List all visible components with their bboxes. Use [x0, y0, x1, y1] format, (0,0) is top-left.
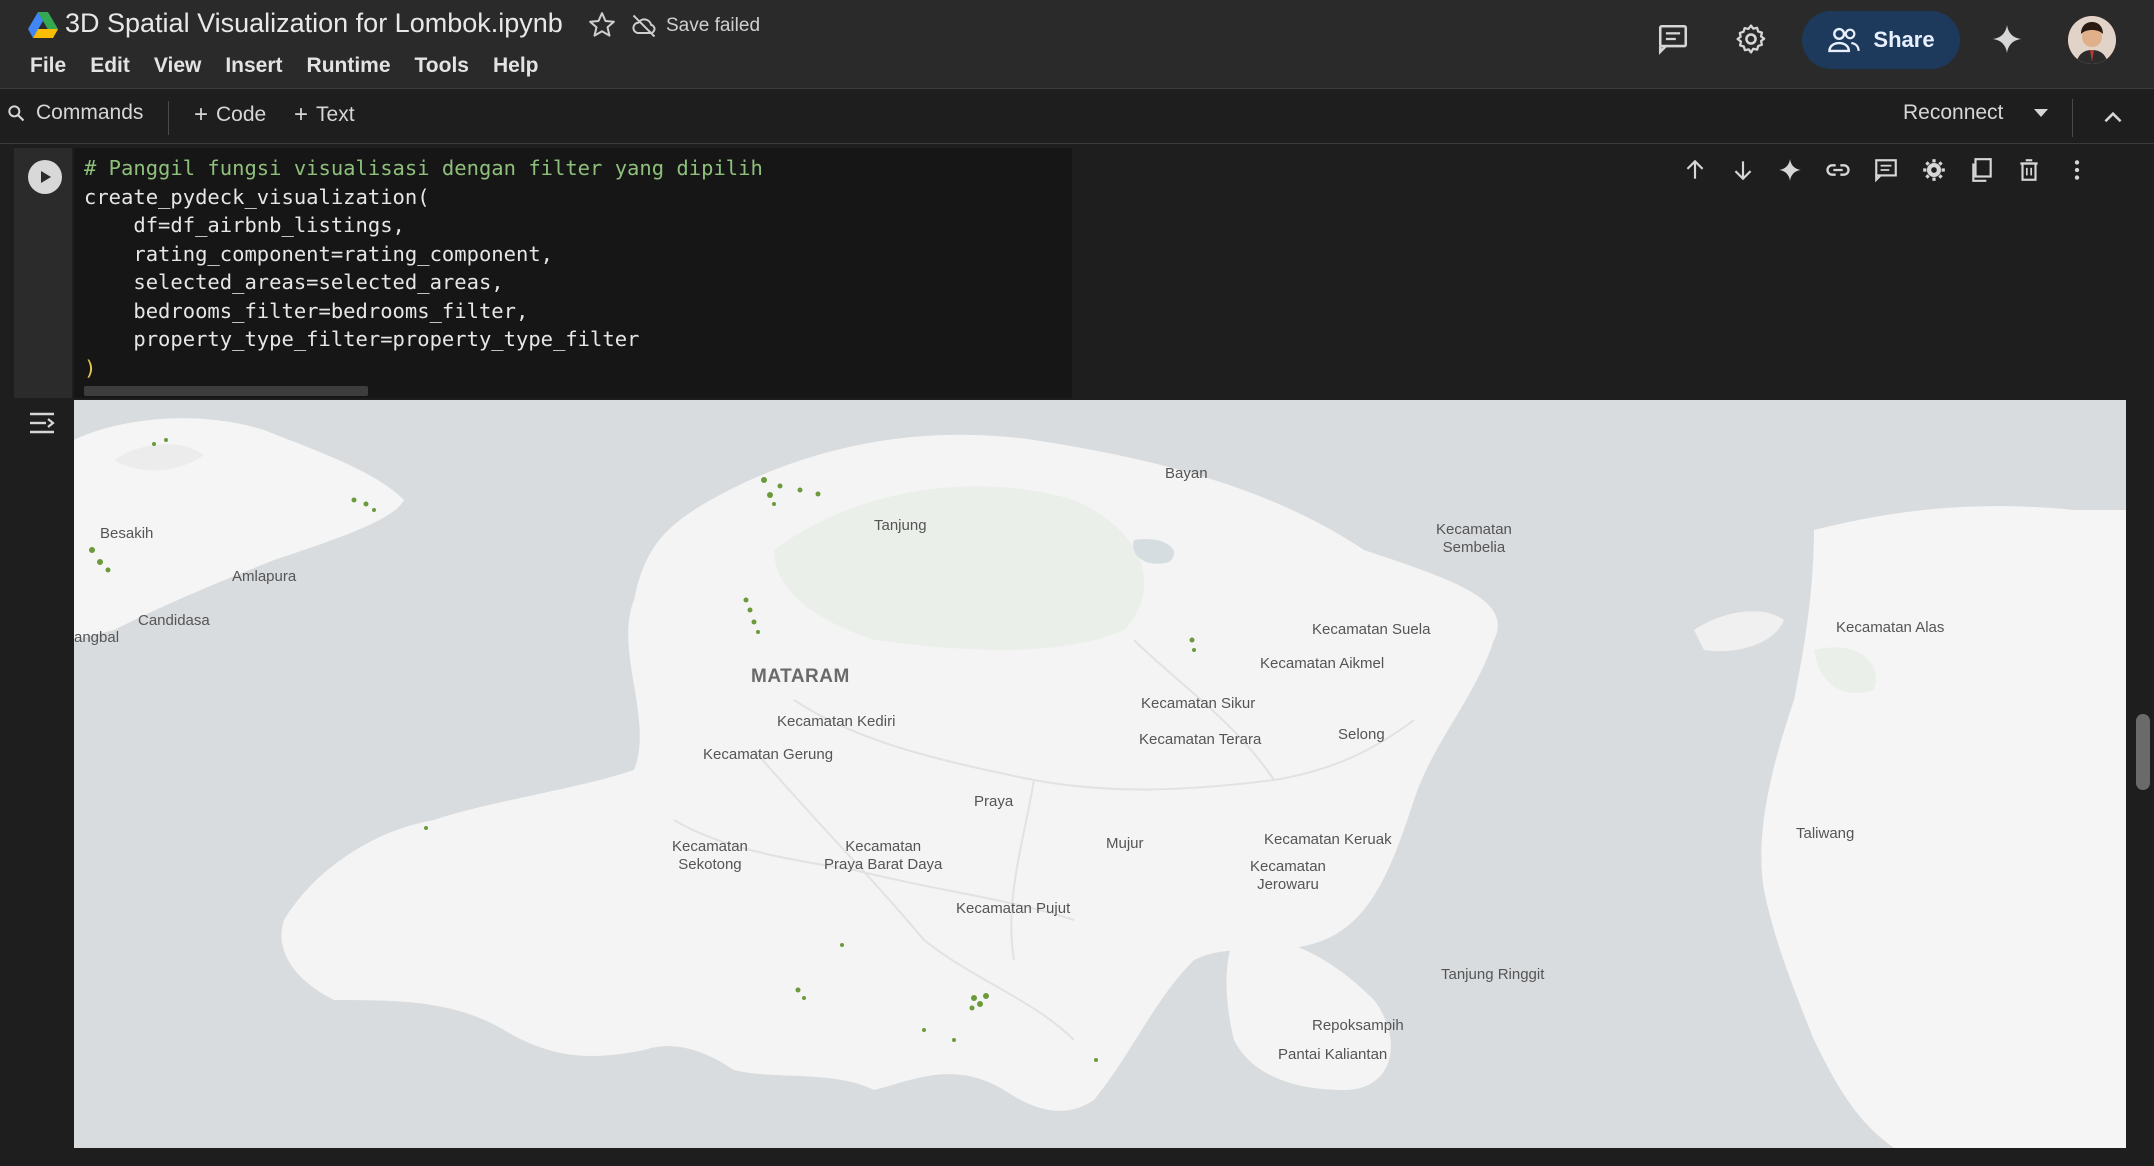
- map-label-city: MATARAM: [751, 666, 850, 687]
- map-label: Kecamatan Keruak: [1264, 831, 1392, 848]
- colab-window: 3D Spatial Visualization for Lombok.ipyn…: [0, 0, 2154, 1166]
- add-code-button[interactable]: + Code: [194, 101, 266, 129]
- search-icon: [8, 105, 25, 122]
- map-label: Besakih: [100, 525, 154, 542]
- map-basemap: [74, 418, 2126, 1148]
- bottom-spacer: [0, 1148, 2154, 1166]
- save-status[interactable]: Save failed: [630, 12, 760, 40]
- menu-tools[interactable]: Tools: [405, 52, 479, 82]
- move-down-icon[interactable]: [1724, 151, 1762, 189]
- share-label: Share: [1873, 27, 1935, 52]
- plus-icon: +: [294, 101, 309, 128]
- star-icon[interactable]: [587, 10, 617, 40]
- code-line: property_type_filter=property_type_filte…: [84, 327, 640, 351]
- move-up-icon[interactable]: [1676, 151, 1714, 189]
- gemini-sparkle-icon[interactable]: [1988, 20, 2026, 58]
- map-label: Bayan: [1165, 465, 1208, 482]
- notebook-title[interactable]: 3D Spatial Visualization for Lombok.ipyn…: [65, 8, 563, 39]
- menu-runtime[interactable]: Runtime: [297, 52, 401, 82]
- menu-help[interactable]: Help: [483, 52, 549, 82]
- map-label: Kecamatan Jerowaru: [1250, 858, 1326, 893]
- code-line: create_pydeck_visualization(: [84, 184, 430, 209]
- pydeck-map[interactable]: Besakih Amlapura Candidasa angbal Tanjun…: [74, 400, 2126, 1148]
- map-label: Kecamatan Gerung: [703, 746, 834, 763]
- code-editor[interactable]: # Panggil fungsi visualisasi dengan filt…: [74, 148, 1072, 398]
- add-text-label: Text: [316, 103, 355, 126]
- link-icon[interactable]: [1819, 151, 1857, 189]
- map-label: Candidasa: [138, 612, 210, 629]
- run-cell-button[interactable]: [28, 160, 62, 194]
- play-icon: [41, 171, 51, 183]
- map-label: Kecamatan Suela: [1312, 621, 1431, 638]
- output-actions-icon[interactable]: [28, 408, 62, 438]
- comment-icon[interactable]: [1867, 151, 1905, 189]
- comments-icon[interactable]: [1654, 20, 1692, 58]
- save-status-label: Save failed: [666, 15, 761, 36]
- map-label: angbal: [74, 629, 120, 646]
- gemini-sparkle-icon[interactable]: [1772, 151, 1810, 189]
- code-line: bedrooms_filter=bedrooms_filter,: [84, 298, 529, 323]
- map-label: Mujur: [1106, 835, 1144, 852]
- settings-gear-icon[interactable]: [1732, 20, 1770, 58]
- cell-settings-icon[interactable]: [1915, 151, 1953, 189]
- map-label: Kecamatan Kediri: [777, 713, 896, 730]
- cell-toolbar: [1676, 150, 2096, 190]
- drive-logo-icon: [28, 12, 58, 38]
- map-label: Kecamatan Terara: [1139, 731, 1262, 748]
- map-label: Pantai Kaliantan: [1278, 1046, 1388, 1063]
- map-label: Kecamatan Pujut: [956, 900, 1071, 917]
- reconnect-button[interactable]: Reconnect: [1903, 101, 2049, 125]
- delete-icon[interactable]: [2010, 151, 2048, 189]
- mirror-cell-icon[interactable]: [1963, 151, 2001, 189]
- map-label: Amlapura: [232, 568, 297, 585]
- add-code-label: Code: [216, 103, 267, 126]
- menu-edit[interactable]: Edit: [80, 52, 140, 82]
- menu-file[interactable]: File: [20, 52, 76, 82]
- add-text-button[interactable]: + Text: [294, 101, 355, 129]
- map-label: Tanjung Ringgit: [1441, 966, 1545, 983]
- map-label: Praya: [974, 793, 1014, 810]
- notebook-toolbar: Commands + Code + Text Reconnect: [0, 88, 2154, 144]
- map-label: Tanjung: [874, 517, 927, 534]
- toolbar-divider: [168, 101, 169, 135]
- horizontal-scrollbar[interactable]: [84, 386, 368, 396]
- map-label: Kecamatan Aikmel: [1260, 655, 1385, 672]
- map-label: Kecamatan Alas: [1836, 619, 1945, 636]
- vertical-scrollbar[interactable]: [2136, 714, 2150, 790]
- map-label: Taliwang: [1796, 825, 1855, 842]
- code-line: df=df_airbnb_listings,: [84, 213, 405, 237]
- header-bar: 3D Spatial Visualization for Lombok.ipyn…: [0, 0, 2154, 88]
- reconnect-label: Reconnect: [1903, 101, 2004, 124]
- commands-label: Commands: [36, 101, 144, 124]
- cloud-off-icon: [632, 14, 656, 38]
- toolbar-divider: [2072, 99, 2073, 137]
- people-icon: [1828, 27, 1861, 53]
- code-line: ): [84, 355, 97, 380]
- commands-button[interactable]: Commands: [6, 101, 143, 125]
- map-label: Selong: [1338, 726, 1385, 743]
- chevron-up-icon[interactable]: [2100, 105, 2126, 131]
- menu-insert[interactable]: Insert: [215, 52, 292, 82]
- code-line: rating_component=rating_component,: [84, 241, 553, 266]
- menu-view[interactable]: View: [144, 52, 211, 82]
- map-label: Kecamatan Praya Barat Daya: [824, 838, 943, 873]
- plus-icon: +: [194, 101, 209, 128]
- map-label: Kecamatan Sekotong: [672, 838, 748, 873]
- map-label: Kecamatan Sikur: [1141, 695, 1256, 712]
- avatar[interactable]: [2068, 16, 2116, 64]
- code-line: # Panggil fungsi visualisasi dengan filt…: [84, 156, 763, 180]
- more-vert-icon[interactable]: [2058, 151, 2096, 189]
- code-line: selected_areas=selected_areas,: [84, 270, 504, 294]
- map-label: Repoksampih: [1312, 1017, 1404, 1034]
- menu-bar: File Edit View Insert Runtime Tools Help: [20, 52, 549, 82]
- chevron-down-icon[interactable]: [2033, 108, 2049, 118]
- share-button[interactable]: Share: [1802, 11, 1960, 69]
- map-label: Kecamatan Sembelia: [1436, 521, 1512, 556]
